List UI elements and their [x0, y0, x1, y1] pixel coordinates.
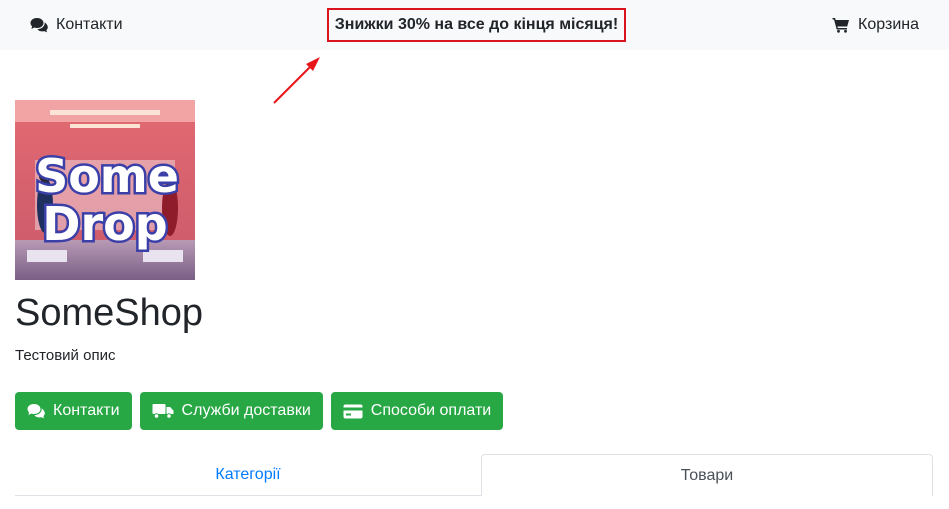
contacts-button-label: Контакти: [53, 402, 120, 419]
svg-text:Some: Some: [35, 149, 179, 203]
delivery-services-button[interactable]: Служби доставки: [139, 392, 323, 430]
shop-logo: Some Drop: [15, 100, 195, 280]
payment-methods-button[interactable]: Способи оплати: [330, 392, 504, 430]
shop-tabs: Категорії Товари: [15, 454, 933, 496]
comments-icon: [30, 17, 48, 33]
header-cart-label: Корзина: [858, 16, 919, 33]
header-contacts-link[interactable]: Контакти: [30, 0, 123, 50]
logo-text-line1: Some: [35, 149, 179, 203]
payment-methods-button-label: Способи оплати: [370, 402, 492, 419]
shopping-cart-icon: [832, 17, 850, 33]
svg-text:Drop: Drop: [42, 197, 167, 251]
logo-text-line2: Drop: [42, 197, 167, 251]
shop-actions: Контакти Служби доставки Способи оплати: [15, 392, 504, 430]
top-bar: Контакти Знижки 30% на все до кінця міся…: [0, 0, 949, 50]
shop-title: SomeShop: [15, 292, 204, 334]
tab-categories[interactable]: Категорії: [15, 454, 481, 496]
header-contacts-label: Контакти: [56, 16, 123, 33]
promo-banner: Знижки 30% на все до кінця місяця!: [327, 8, 626, 42]
credit-card-icon: [343, 404, 363, 419]
promo-text: Знижки 30% на все до кінця місяця!: [334, 16, 619, 33]
tab-products[interactable]: Товари: [481, 454, 933, 496]
delivery-services-button-label: Служби доставки: [181, 402, 311, 419]
shop-description: Тестовий опис: [15, 347, 116, 364]
comments-icon: [27, 403, 45, 419]
annotation-arrow: [268, 52, 324, 111]
contacts-button[interactable]: Контакти: [15, 392, 132, 430]
header-cart-link[interactable]: Корзина: [832, 0, 919, 50]
truck-icon: [152, 403, 174, 419]
